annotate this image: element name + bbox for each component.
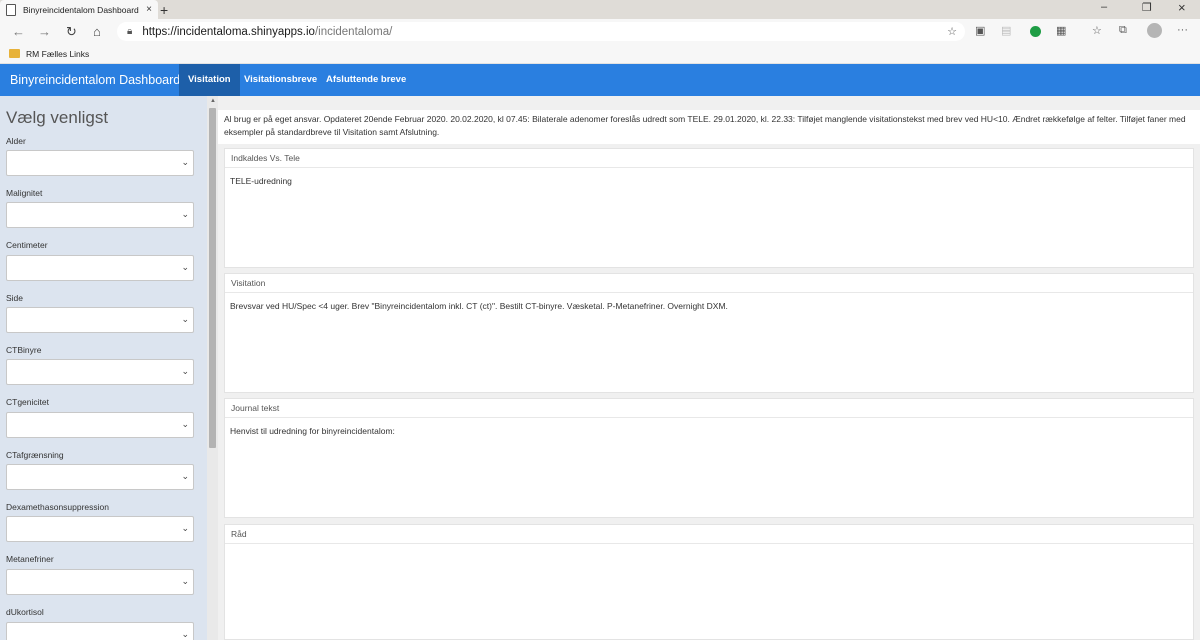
panel-text: TELE-udredning xyxy=(230,176,292,186)
favorites-icon[interactable]: ☆ xyxy=(1092,24,1102,37)
info-text: Al brug er på eget ansvar. Opdateret 20e… xyxy=(224,114,1186,137)
more-icon[interactable]: ··· xyxy=(1177,24,1188,36)
select-side[interactable]: ⌄ xyxy=(6,307,194,333)
extension-2-icon[interactable]: ▦ xyxy=(1056,24,1066,37)
main-panel: Al brug er på eget ansvar. Opdateret 20e… xyxy=(218,96,1200,640)
restore-icon[interactable]: ❐ xyxy=(1142,1,1152,14)
panel-title: Indkaldes Vs. Tele xyxy=(225,149,1193,168)
chevron-down-icon: ⌄ xyxy=(181,366,189,376)
profile-avatar[interactable] xyxy=(1147,23,1162,38)
url-input[interactable]: 🔒︎ https://incidentaloma.shinyapps.io/in… xyxy=(117,22,965,41)
label-alder: Alder xyxy=(6,136,26,146)
select-ctbinyre[interactable]: ⌄ xyxy=(6,359,194,385)
address-bar-row: ← → ↻ ⌂ 🔒︎ https://incidentaloma.shinyap… xyxy=(0,19,1200,44)
chevron-down-icon: ⌄ xyxy=(181,209,189,219)
app-navbar: Binyreincidentalom Dashboard Visitation … xyxy=(0,64,1200,96)
chevron-down-icon: ⌄ xyxy=(181,314,189,324)
reading-icon[interactable]: ▤ xyxy=(1001,24,1011,37)
panel-raad: Råd xyxy=(224,524,1194,640)
label-dexamethasonsuppression: Dexamethasonsuppression xyxy=(6,502,110,512)
label-ctbinyre: CTBinyre xyxy=(6,345,42,355)
panel-text xyxy=(225,544,1193,560)
label-side: Side xyxy=(6,293,24,303)
select-dukortisol[interactable]: ⌄ xyxy=(6,622,194,640)
extension-icon[interactable] xyxy=(1030,26,1041,37)
reload-icon[interactable]: ↻ xyxy=(66,24,77,40)
panel-title: Journal tekst xyxy=(225,399,1193,418)
select-alder[interactable]: ⌄ xyxy=(6,150,194,176)
chevron-down-icon: ⌄ xyxy=(181,523,189,533)
panel-text: Brevsvar ved HU/Spec <4 uger. Brev "Biny… xyxy=(230,301,728,311)
bookmark-rm-faelles-links[interactable]: RM Fælles Links xyxy=(26,49,89,59)
tab-afsluttende-breve[interactable]: Afsluttende breve xyxy=(317,64,415,96)
collections-icon[interactable]: ▣ xyxy=(975,24,985,37)
panel-journal-tekst: Journal tekst Henvist til udredning for … xyxy=(224,398,1194,518)
tab-visitation[interactable]: Visitation xyxy=(179,64,240,96)
app-brand[interactable]: Binyreincidentalom Dashboard xyxy=(10,64,180,96)
browser-tab[interactable]: Binyreincidentalom Dashboard × xyxy=(0,0,158,19)
scroll-up-icon[interactable]: ▲ xyxy=(210,98,216,104)
select-metanefriner[interactable]: ⌄ xyxy=(6,569,194,595)
select-dexamethasonsuppression[interactable]: ⌄ xyxy=(6,516,194,542)
tab-visitationsbreve[interactable]: Visitationsbreve xyxy=(235,64,326,96)
url-text: https://incidentaloma.shinyapps.io/incid… xyxy=(142,25,393,38)
sidebar-scrollbar[interactable]: ▲ xyxy=(207,96,218,640)
info-box: Al brug er på eget ansvar. Opdateret 20e… xyxy=(218,110,1200,144)
chevron-down-icon: ⌄ xyxy=(181,576,189,586)
select-malignitet[interactable]: ⌄ xyxy=(6,202,194,228)
forward-icon[interactable]: → xyxy=(38,24,51,39)
lock-icon: 🔒︎ xyxy=(127,26,133,37)
page-icon xyxy=(6,3,16,16)
new-tab-button[interactable]: + xyxy=(160,2,168,18)
sidebar-title: Vælg venligst xyxy=(6,108,109,127)
tabs-icon[interactable]: ⧉ xyxy=(1119,24,1127,37)
tab-title: Binyreincidentalom Dashboard xyxy=(23,4,139,15)
minimize-icon[interactable]: – xyxy=(1101,1,1107,13)
folder-icon xyxy=(9,49,20,58)
window-close-icon[interactable]: × xyxy=(1178,0,1186,15)
browser-tabstrip: Binyreincidentalom Dashboard × + – ❐ × xyxy=(0,0,1200,19)
chevron-down-icon: ⌄ xyxy=(181,262,189,272)
label-ctafgraensning: CTafgrænsning xyxy=(6,450,64,460)
select-centimeter[interactable]: ⌄ xyxy=(6,255,194,281)
label-dukortisol: dUkortisol xyxy=(6,607,44,617)
chevron-down-icon: ⌄ xyxy=(181,419,189,429)
favorite-star-icon[interactable]: ☆ xyxy=(947,25,957,38)
panel-visitation: Visitation Brevsvar ved HU/Spec <4 uger.… xyxy=(224,273,1194,393)
panel-text: Henvist til udredning for binyreincident… xyxy=(230,426,395,436)
close-icon[interactable]: × xyxy=(146,4,152,15)
back-icon[interactable]: ← xyxy=(12,24,25,39)
home-icon[interactable]: ⌂ xyxy=(93,24,101,39)
label-malignitet: Malignitet xyxy=(6,188,43,198)
bookmarks-bar: RM Fælles Links xyxy=(0,44,1200,64)
chevron-down-icon: ⌄ xyxy=(181,629,189,639)
panel-title: Råd xyxy=(225,525,1193,544)
panel-indkaldes-vs-tele: Indkaldes Vs. Tele TELE-udredning xyxy=(224,148,1194,268)
select-ctgenicitet[interactable]: ⌄ xyxy=(6,412,194,438)
sidebar: Vælg venligst Alder ⌄ Malignitet ⌄ Centi… xyxy=(0,96,207,640)
chevron-down-icon: ⌄ xyxy=(181,157,189,167)
label-ctgenicitet: CTgenicitet xyxy=(6,397,49,407)
panel-title: Visitation xyxy=(225,274,1193,293)
scrollbar-thumb[interactable] xyxy=(209,108,216,448)
label-centimeter: Centimeter xyxy=(6,240,48,250)
chevron-down-icon: ⌄ xyxy=(181,471,189,481)
select-ctafgraensning[interactable]: ⌄ xyxy=(6,464,194,490)
label-metanefriner: Metanefriner xyxy=(6,554,54,564)
